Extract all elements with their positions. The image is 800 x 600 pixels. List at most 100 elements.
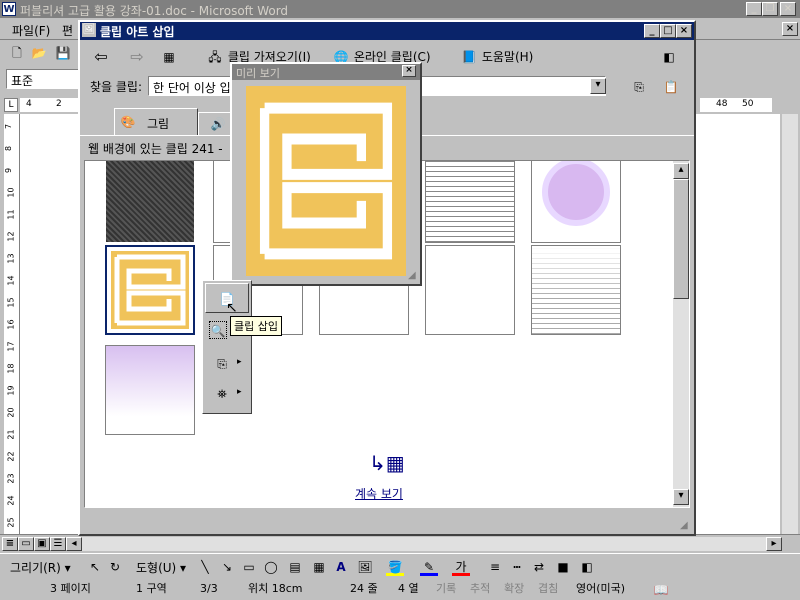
status-line: 24 줄 [350, 582, 378, 595]
doc-close-button[interactable]: × [782, 22, 798, 36]
gallery-scrollbar[interactable]: ▴ ▾ [673, 161, 689, 507]
oval-icon[interactable]: ◯ [262, 558, 280, 576]
vruler-label: 7 [4, 123, 14, 130]
status-trk[interactable]: 추적 [466, 580, 494, 598]
line-style-icon[interactable]: ≡ [486, 558, 504, 576]
change-size-icon[interactable]: ◧ [660, 48, 678, 66]
search-label: 찾을 클립: [90, 80, 143, 94]
help-book-icon: 📘 [461, 50, 477, 64]
clip-thumbnail-gray-maze[interactable] [425, 161, 515, 243]
gallery-scroll-thumb[interactable] [673, 179, 689, 299]
clip-thumbnail-dark-texture[interactable] [105, 161, 195, 243]
tab-pictures-label: 그림 [147, 117, 170, 131]
rectangle-icon[interactable]: ▭ [240, 558, 258, 576]
hscroll-right-button[interactable]: ▸ [766, 537, 782, 551]
arrow-icon[interactable]: ↘ [218, 558, 236, 576]
gallery-scroll-down[interactable]: ▾ [673, 489, 689, 505]
ruler-label-50: 50 [742, 99, 754, 109]
window-resize-grip[interactable]: ◢ [680, 520, 688, 531]
all-categories-icon[interactable]: ▦ [160, 48, 178, 66]
line-icon[interactable]: ╲ [196, 558, 214, 576]
normal-view-button[interactable]: ≡ [2, 537, 18, 551]
clipart-maximize-button[interactable]: □ [660, 24, 676, 38]
vruler-label: 11 [6, 209, 16, 220]
word-restore-button[interactable]: ❐ [762, 2, 778, 16]
status-bar: 3 페이지 1 구역 3/3 위치 18cm 24 줄 4 열 기록 추적 확장… [0, 580, 800, 600]
web-view-button[interactable]: ▭ [18, 537, 34, 551]
tab-stop-selector[interactable]: L [4, 98, 18, 112]
outline-view-button[interactable]: ☰ [50, 537, 66, 551]
select-objects-icon[interactable]: ↖ [86, 558, 104, 576]
clipart-minimize-button[interactable]: _ [644, 24, 660, 38]
draw-menu-label: 그리기(R) [10, 561, 61, 575]
word-close-button[interactable]: × [780, 2, 796, 16]
clip-thumbnail-empty-2[interactable] [425, 245, 515, 335]
back-icon[interactable]: ⇦ [92, 48, 110, 66]
clip-thumbnail-purple-flower[interactable] [531, 161, 621, 243]
copy-icon[interactable]: ⎘ [630, 78, 648, 96]
hscroll-left-button[interactable]: ◂ [66, 537, 82, 551]
hscroll-track[interactable] [82, 537, 766, 551]
insert-clip-tooltip-text: 클립 삽입 [234, 320, 278, 333]
status-pages: 3/3 [200, 582, 218, 595]
word-vscroll[interactable] [782, 114, 798, 534]
clip-thumbnail-lilac-lace[interactable] [105, 345, 195, 435]
status-page: 3 페이지 [50, 582, 91, 595]
3d-icon[interactable]: ◧ [578, 558, 596, 576]
font-color-icon[interactable]: 가 [452, 558, 470, 576]
more-clips-link[interactable]: 계속 보기 [355, 485, 403, 502]
word-app-icon: W [2, 2, 16, 16]
clipart-icon[interactable]: 🖼 [356, 558, 374, 576]
search-dropdown-button[interactable]: ▾ [590, 78, 606, 94]
clip-thumbnail-meander-selected[interactable] [105, 245, 195, 335]
vruler-label: 16 [6, 319, 16, 330]
page-view-button[interactable]: ▣ [34, 537, 50, 551]
autoshapes-menu-button[interactable]: 도형(U) ▾ [136, 559, 186, 576]
submenu-arrow-icon-2: ▸ [237, 387, 242, 397]
ruler-label-48: 48 [716, 99, 728, 109]
new-doc-icon[interactable]: 🗋 [8, 44, 26, 62]
menu-edit[interactable]: 편 [62, 22, 73, 39]
clipart-close-button[interactable]: × [676, 24, 692, 38]
popup-find-similar[interactable]: ⛯ ▸ [205, 383, 249, 407]
shadow-icon[interactable]: ■ [554, 558, 572, 576]
clip-thumbnail-gray-maze-fade[interactable] [531, 245, 621, 335]
wordart-a-icon[interactable]: A [332, 558, 350, 576]
style-select[interactable]: 표준 [6, 69, 80, 89]
clipart-title-bar: 🖼 클립 아트 삽입 _ □ × [80, 22, 694, 40]
draw-menu-button[interactable]: 그리기(R) ▾ [10, 559, 71, 576]
binoculars-icon: ⛯ [217, 387, 227, 401]
vruler-label: 12 [6, 231, 16, 242]
status-ovr[interactable]: 겹침 [534, 580, 562, 598]
vruler-label: 17 [6, 341, 16, 352]
submenu-arrow-icon: ▸ [237, 357, 242, 367]
wordart-icon[interactable]: ▦ [310, 558, 328, 576]
status-rec[interactable]: 기록 [432, 580, 460, 598]
popup-add-to-category[interactable]: ⎘ ▸ [205, 353, 249, 377]
style-select-value: 표준 [11, 74, 34, 88]
open-folder-icon[interactable]: 📂 [30, 44, 48, 62]
menu-file[interactable]: 파일(F) [12, 22, 50, 39]
word-title-text: 퍼블리셔 고급 활용 강좌-01.doc - Microsoft Word [20, 4, 289, 18]
status-ext[interactable]: 확장 [500, 580, 528, 598]
save-icon[interactable]: 💾 [54, 44, 72, 62]
preview-close-button[interactable]: × [402, 65, 416, 77]
more-clips-icon[interactable]: ↳▦ [369, 451, 405, 475]
preview-resize-grip[interactable]: ◢ [408, 270, 416, 281]
spelling-status-icon[interactable]: 📖 [652, 581, 670, 599]
paste-icon[interactable]: 📋 [662, 78, 680, 96]
fill-color-icon[interactable]: 🪣 [386, 558, 404, 576]
word-minimize-button[interactable]: _ [746, 2, 762, 16]
dash-style-icon[interactable]: ┅ [508, 558, 526, 576]
forward-icon[interactable]: ⇨ [128, 48, 146, 66]
tab-pictures[interactable]: 🎨 그림 [114, 108, 198, 136]
help-button[interactable]: 📘 도움말(H) [460, 48, 534, 66]
free-rotate-icon[interactable]: ↻ [106, 558, 124, 576]
word-format-toolbar: 표준 [0, 67, 80, 93]
textbox-icon[interactable]: ▤ [286, 558, 304, 576]
gallery-scroll-up[interactable]: ▴ [673, 163, 689, 179]
arrow-style-icon[interactable]: ⇄ [530, 558, 548, 576]
line-color-icon[interactable]: ✎ [420, 558, 438, 576]
vruler-label: 10 [6, 187, 16, 198]
word-toolbar: 🗋 📂 💾 [0, 41, 80, 67]
